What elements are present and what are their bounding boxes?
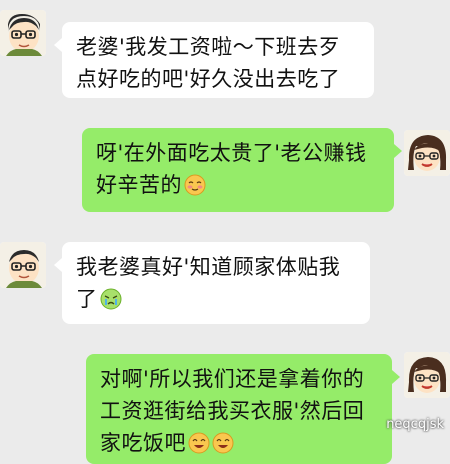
message-text: 老婆'我发工资啦～下班去歹 bbox=[76, 35, 341, 59]
message-text: 我老婆真好'知道顾家体贴我 bbox=[76, 255, 341, 279]
watermark-text: neqcqjsk bbox=[386, 417, 444, 432]
wife-avatar[interactable] bbox=[404, 352, 450, 398]
husband-avatar[interactable] bbox=[0, 10, 46, 56]
chat-window: 老婆'我发工资啦～下班去歹 点好吃的吧'好久没出去吃了 呀'在外面吃太贵了'老公… bbox=[0, 0, 450, 464]
message-text: 家吃饭吧 bbox=[100, 431, 186, 455]
cartoon-woman-avatar-icon bbox=[404, 352, 450, 398]
message-bubble-3[interactable]: 我老婆真好'知道顾家体贴我 了 bbox=[54, 242, 370, 324]
wife-avatar[interactable] bbox=[404, 130, 450, 176]
message-text: 点好吃的吧'好久没出去吃了 bbox=[76, 67, 341, 91]
message-text: 了 bbox=[76, 287, 98, 311]
message-bubble-4[interactable]: 对啊'所以我们还是拿着你的 工资逛街给我买衣服'然后回 家吃饭吧 bbox=[86, 354, 400, 464]
cartoon-man-avatar-icon bbox=[0, 242, 46, 288]
husband-avatar[interactable] bbox=[0, 242, 46, 288]
blushing-face-emoji-icon bbox=[184, 174, 206, 196]
laughing-face-emoji-icon bbox=[188, 432, 210, 454]
cartoon-woman-avatar-icon bbox=[404, 130, 450, 176]
message-text: 好辛苦的 bbox=[96, 173, 182, 197]
crying-face-emoji-icon bbox=[100, 288, 121, 310]
message-text: 工资逛街给我买衣服'然后回 bbox=[100, 399, 365, 423]
message-bubble-1[interactable]: 老婆'我发工资啦～下班去歹 点好吃的吧'好久没出去吃了 bbox=[54, 22, 374, 98]
message-bubble-2[interactable]: 呀'在外面吃太贵了'老公赚钱 好辛苦的 bbox=[82, 128, 402, 212]
cartoon-man-avatar-icon bbox=[0, 10, 46, 56]
message-text: 对啊'所以我们还是拿着你的 bbox=[100, 367, 365, 391]
laughing-face-emoji-icon bbox=[212, 432, 234, 454]
message-text: 呀'在外面吃太贵了'老公赚钱 bbox=[96, 141, 367, 165]
